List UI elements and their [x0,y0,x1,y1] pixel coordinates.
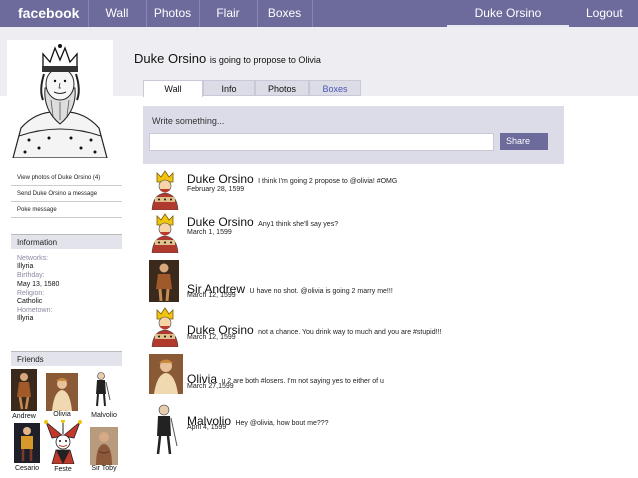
friend-name: Sir Toby [91,465,117,472]
nav-flair[interactable]: Flair [199,0,257,27]
post-message: u 2 are both #losers. I'm not saying yes… [221,378,384,385]
networks-label: Networks: [17,255,49,262]
malvolio-avatar-icon [156,404,178,455]
malvolio-photo-icon [96,372,111,407]
networks-value: Illyria [17,263,34,270]
post-date: February 28, 1599 [187,186,245,193]
post-date: March 27,1599 [187,383,234,390]
olivia-photo-icon [46,373,78,411]
post-date: March 1, 1599 [187,229,232,236]
duke-orsino-avatar-icon [151,213,179,253]
logout-link[interactable]: Logout [586,0,623,27]
post-date: March 12, 1599 [187,334,236,341]
post-message: Any1 think she'll say yes? [258,221,339,228]
andrew-photo-icon [11,369,37,411]
nav-divider [312,0,313,27]
hometown-label: Hometown: [17,307,53,314]
nav-photos[interactable]: Photos [146,0,199,27]
hometown-value: Illyria [17,315,34,322]
top-navigation-bar: facebook Wall Photos Flair Boxes Duke Or… [0,0,638,27]
post-message: not a chance. You drink way to much and … [258,329,442,336]
current-user-link[interactable]: Duke Orsino [447,0,569,27]
post-input[interactable] [149,133,494,151]
tab-boxes[interactable]: Boxes [309,80,361,96]
profile-headline: Duke Orsino is going to propose to Olivi… [134,51,321,66]
information-header: Information [11,234,122,249]
sir-toby-photo-icon [90,427,118,465]
birthday-label: Birthday: [17,272,45,279]
facebook-logo[interactable]: facebook [18,5,79,21]
post-message: U have no shot. @olivia is going 2 marry… [249,288,393,295]
profile-picture[interactable] [7,40,113,159]
composer-prompt: Write something... [152,116,225,126]
friend-name: Malvolio [91,412,117,419]
tab-photos[interactable]: Photos [255,80,309,96]
friend-name: Andrew [12,413,36,420]
cesario-photo-icon [14,423,40,463]
wall-composer: Write something... Share [143,106,564,164]
post-author[interactable]: Duke Orsino [187,172,254,186]
olivia-avatar-icon [149,354,183,394]
tab-info[interactable]: Info [203,80,255,96]
sir-andrew-avatar-icon [149,260,179,302]
friend-name: Feste [54,466,72,473]
religion-label: Religion: [17,290,45,297]
duke-orsino-avatar-icon [151,170,179,210]
duke-orsino-avatar-icon [151,307,179,347]
friends-header: Friends [11,351,122,366]
post-message: I think I'm going 2 propose to @olivia! … [258,178,398,185]
friend-name: Olivia [53,411,71,418]
post-author[interactable]: Duke Orsino [187,215,254,229]
post-date: March 12, 1599 [187,292,236,299]
nav-boxes[interactable]: Boxes [257,0,312,27]
view-photos-link[interactable]: View photos of Duke Orsino (4) [11,170,122,186]
send-message-link[interactable]: Send Duke Orsino a message [11,186,122,202]
profile-name: Duke Orsino [134,51,207,66]
poke-link[interactable]: Poke message [11,202,122,218]
status-text: is going to propose to Olivia [209,55,321,65]
religion-value: Catholic [17,298,43,305]
birthday-value: May 13, 1580 [17,281,60,288]
share-button[interactable]: Share [500,133,548,150]
king-portrait-icon [12,44,108,159]
feste-jester-icon [44,420,82,464]
nav-wall[interactable]: Wall [88,0,146,27]
post-message: Hey @olivia, how bout me??? [235,420,329,427]
post-date: April 4, 1599 [187,424,227,431]
tab-wall[interactable]: Wall [143,80,203,97]
friend-name: Cesario [14,465,40,472]
